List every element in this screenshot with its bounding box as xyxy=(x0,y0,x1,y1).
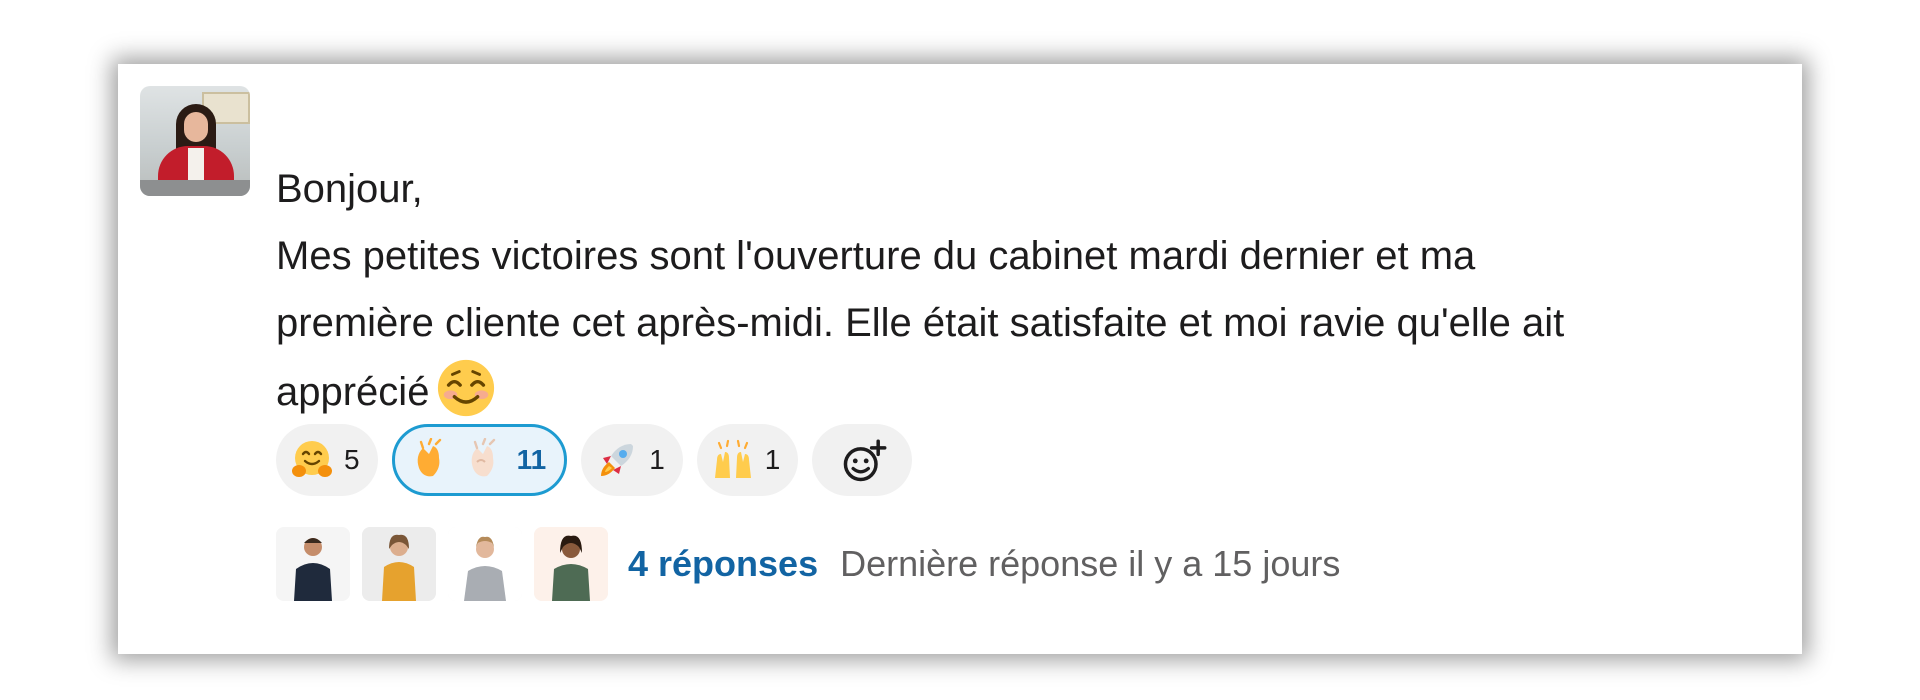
thread-replies: 4 réponses Dernière réponse il y a 15 jo… xyxy=(276,526,1340,602)
reaction-count: 1 xyxy=(649,444,665,475)
reply-avatar[interactable] xyxy=(448,527,522,601)
raising-hands-icon xyxy=(711,438,755,482)
author-avatar[interactable] xyxy=(140,86,250,196)
reply-avatar[interactable] xyxy=(276,527,350,601)
clapping-hands-yellow-icon xyxy=(409,437,453,482)
add-reaction-icon xyxy=(840,438,887,482)
message-line-text: apprécié xyxy=(276,370,430,414)
message-card: Bonjour, Mes petites victoires sont l'ou… xyxy=(118,64,1802,654)
reaction-raising-hands[interactable]: 1 xyxy=(696,424,799,496)
hugging-face-icon xyxy=(290,438,334,482)
reaction-count: 1 xyxy=(764,444,781,475)
reaction-rocket[interactable]: 1 xyxy=(581,424,683,496)
reaction-count: 11 xyxy=(516,444,547,475)
reaction-count: 5 xyxy=(344,444,360,475)
message-line: apprécié xyxy=(276,357,1776,426)
replies-link[interactable]: 4 réponses xyxy=(628,543,818,585)
smiling-face-emoji-icon xyxy=(435,357,497,419)
message-line: Mes petites victoires sont l'ouverture d… xyxy=(276,234,1476,278)
message-body: Bonjour, Mes petites victoires sont l'ou… xyxy=(276,156,1776,426)
message-line: Bonjour, xyxy=(276,167,423,211)
reply-avatar[interactable] xyxy=(534,527,608,601)
message-line: première cliente cet après-midi. Elle ét… xyxy=(276,301,1565,345)
reaction-clapping-hands[interactable]: 11 xyxy=(391,424,568,496)
rocket-icon xyxy=(595,438,639,482)
last-reply-timestamp: Dernière réponse il y a 15 jours xyxy=(840,543,1341,584)
reaction-bar: 5 11 1 1 xyxy=(276,424,913,496)
reply-avatar[interactable] xyxy=(362,527,436,601)
clapping-hands-light-icon xyxy=(463,437,507,482)
reaction-hugging-face[interactable]: 5 xyxy=(276,424,378,496)
add-reaction-button[interactable] xyxy=(812,424,913,496)
